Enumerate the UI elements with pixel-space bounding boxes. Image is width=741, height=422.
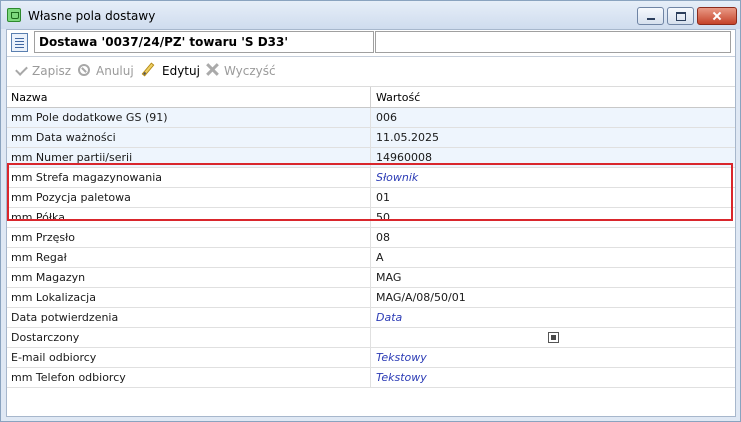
table-row[interactable]: mm Data ważności 11.05.2025 (7, 128, 735, 148)
field-name: mm Półka (11, 211, 65, 224)
field-value[interactable]: 08 (376, 231, 390, 244)
delivered-checkbox[interactable] (548, 332, 559, 343)
title-bar[interactable]: Własne pola dostawy (1, 1, 740, 29)
field-name: mm Telefon odbiorcy (11, 371, 126, 384)
maximize-button[interactable] (667, 7, 694, 25)
table-row[interactable]: mm Pole dodatkowe GS (91) 006 (7, 108, 735, 128)
column-header-value[interactable]: Wartość (376, 91, 420, 104)
cancel-label: Anuluj (96, 64, 134, 78)
delivery-headline: Dostawa '0037/24/PZ' towaru 'S D33' (39, 35, 289, 49)
field-value[interactable]: MAG (376, 271, 401, 284)
header-empty-field (375, 31, 731, 53)
close-button[interactable] (697, 7, 737, 25)
table-row[interactable]: mm Telefon odbiorcy Tekstowy (7, 368, 735, 388)
field-value[interactable]: MAG/A/08/50/01 (376, 291, 466, 304)
save-label: Zapisz (32, 64, 72, 78)
window-title: Własne pola dostawy (28, 9, 156, 23)
field-value[interactable]: Słownik (376, 171, 418, 184)
field-name: mm Numer partii/serii (11, 151, 133, 164)
cancel-icon (78, 64, 90, 76)
field-name: Data potwierdzenia (11, 311, 119, 324)
clear-x-icon (205, 63, 220, 78)
pencil-icon (141, 62, 155, 77)
table-row[interactable]: Dostarczony (7, 328, 735, 348)
table-row[interactable]: mm Pozycja paletowa 01 (7, 188, 735, 208)
field-name: mm Lokalizacja (11, 291, 96, 304)
field-value[interactable]: 006 (376, 111, 397, 124)
field-value[interactable]: 11.05.2025 (376, 131, 439, 144)
field-name: E-mail odbiorcy (11, 351, 97, 364)
table-row[interactable]: mm Magazyn MAG (7, 268, 735, 288)
check-icon (15, 63, 28, 76)
document-icon (11, 33, 28, 52)
table-row[interactable]: mm Przęsło 08 (7, 228, 735, 248)
field-name: mm Pozycja paletowa (11, 191, 131, 204)
field-name: Dostarczony (11, 331, 80, 344)
field-value[interactable]: Tekstowy (376, 371, 427, 384)
field-value[interactable]: 14960008 (376, 151, 432, 164)
dialog-window: Własne pola dostawy Dostawa '0037/24/PZ'… (0, 0, 741, 422)
table-row[interactable]: mm Numer partii/serii 14960008 (7, 148, 735, 168)
table-row[interactable]: mm Regał A (7, 248, 735, 268)
field-name: mm Regał (11, 251, 67, 264)
grid-header: Nazwa Wartość (7, 86, 735, 108)
table-row[interactable]: mm Półka 50 (7, 208, 735, 228)
edit-label: Edytuj (162, 64, 200, 78)
field-name: mm Strefa magazynowania (11, 171, 163, 184)
field-value[interactable]: 50 (376, 211, 390, 224)
toolbar: Zapisz Anuluj Edytuj Wyczyść (7, 60, 735, 82)
table-row[interactable]: mm Strefa magazynowania Słownik (7, 168, 735, 188)
table-row[interactable]: mm Lokalizacja MAG/A/08/50/01 (7, 288, 735, 308)
app-icon (7, 8, 21, 22)
table-row[interactable]: Data potwierdzenia Data (7, 308, 735, 328)
field-name: mm Magazyn (11, 271, 86, 284)
clear-label: Wyczyść (224, 64, 276, 78)
headline-box: Dostawa '0037/24/PZ' towaru 'S D33' (34, 31, 374, 53)
client-area: Dostawa '0037/24/PZ' towaru 'S D33' Zapi… (6, 29, 736, 417)
field-name: mm Data ważności (11, 131, 116, 144)
minimize-button[interactable] (637, 7, 664, 25)
field-name: mm Pole dodatkowe GS (91) (11, 111, 168, 124)
field-value[interactable]: 01 (376, 191, 390, 204)
field-value[interactable]: Data (376, 311, 402, 324)
field-value[interactable]: Tekstowy (376, 351, 427, 364)
field-name: mm Przęsło (11, 231, 76, 244)
field-value[interactable]: A (376, 251, 384, 264)
header-strip: Dostawa '0037/24/PZ' towaru 'S D33' (7, 30, 735, 57)
column-header-name[interactable]: Nazwa (11, 91, 47, 104)
fields-grid: Nazwa Wartość mm Pole dodatkowe GS (91) 0… (7, 86, 735, 388)
table-row[interactable]: E-mail odbiorcy Tekstowy (7, 348, 735, 368)
